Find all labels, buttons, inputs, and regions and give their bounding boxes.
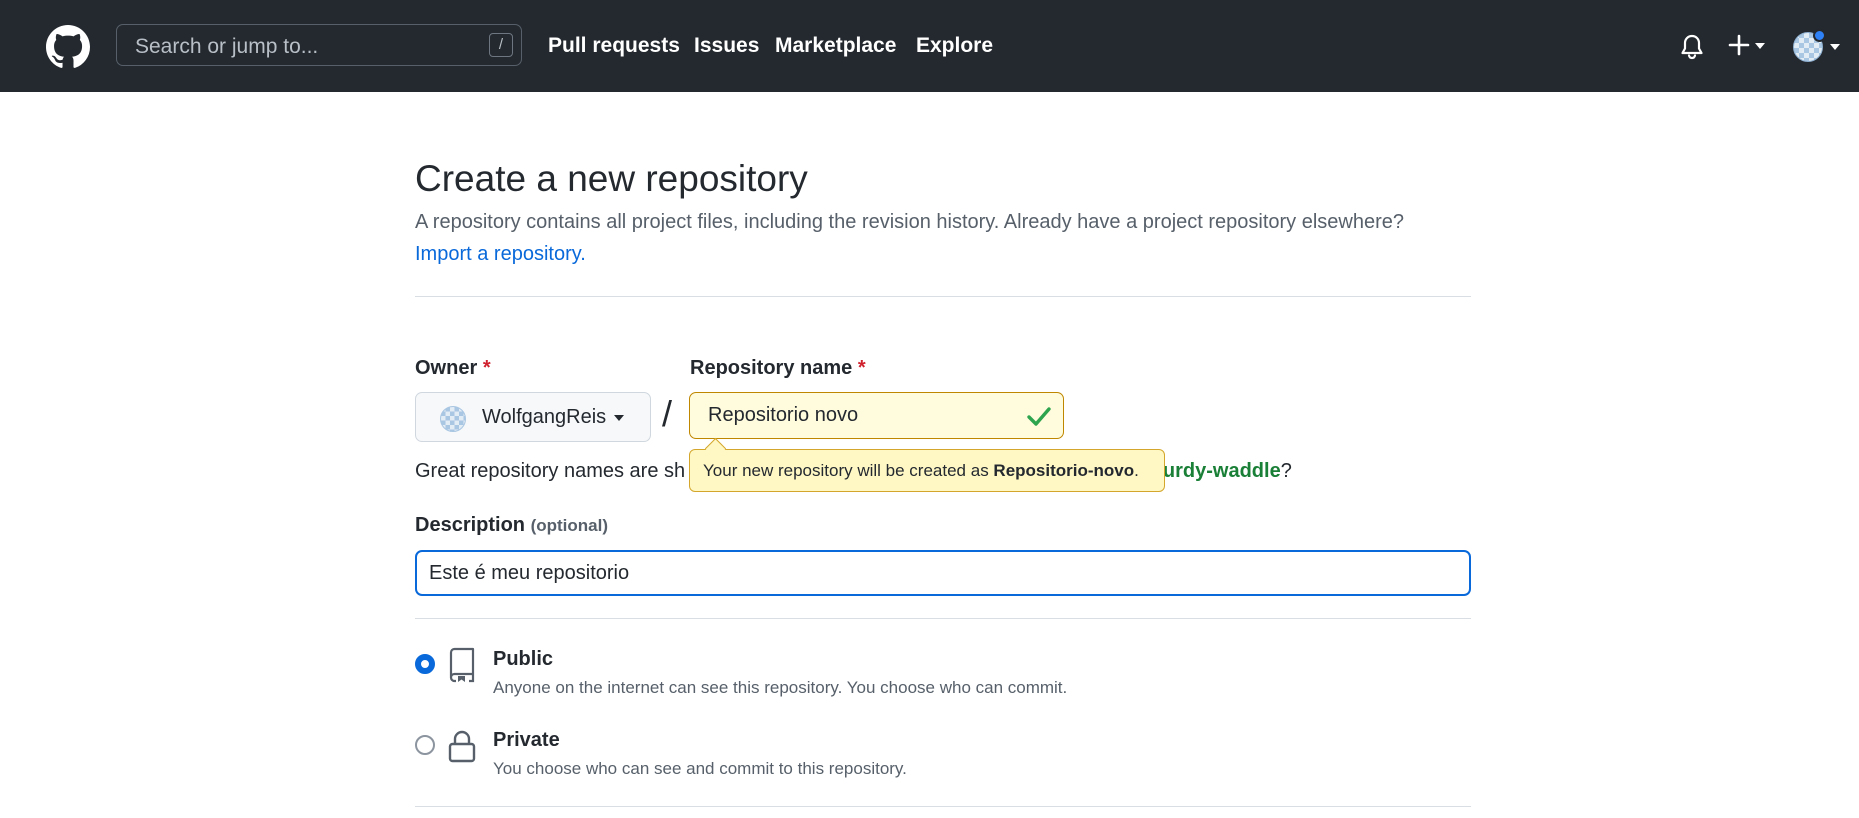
nav-marketplace[interactable]: Marketplace <box>775 34 896 58</box>
global-header: Search or jump to... / Pull requests Iss… <box>0 0 1859 92</box>
nav-explore[interactable]: Explore <box>916 34 993 58</box>
required-mark: * <box>857 357 866 379</box>
repo-icon <box>449 647 475 683</box>
tooltip-repo-name: Repositorio-novo <box>993 461 1135 480</box>
description-label: Description (optional) <box>415 514 608 537</box>
description-label-text: Description <box>415 514 526 536</box>
visibility-public-desc: Anyone on the internet can see this repo… <box>493 678 1068 697</box>
user-menu-button[interactable] <box>1793 29 1843 65</box>
owner-repo-separator: / <box>662 393 673 434</box>
nav-pull-requests[interactable]: Pull requests <box>548 34 680 58</box>
search-input[interactable]: Search or jump to... / <box>116 24 522 66</box>
plus-icon[interactable] <box>1728 32 1772 60</box>
repo-name-label-text: Repository name <box>690 357 853 379</box>
chevron-down-icon <box>1830 44 1840 50</box>
visibility-private-title: Private <box>493 729 560 751</box>
visibility-private-desc: You choose who can see and commit to thi… <box>493 759 907 778</box>
owner-label-text: Owner <box>415 357 478 379</box>
divider <box>415 806 1471 807</box>
repo-name-tooltip: Your new repository will be created as R… <box>689 437 1165 492</box>
search-shortcut-key: / <box>489 33 513 57</box>
divider <box>415 296 1471 297</box>
tooltip-prefix: Your new repository will be created as <box>703 461 994 480</box>
description-input[interactable] <box>415 550 1471 596</box>
nav-issues[interactable]: Issues <box>694 34 759 58</box>
repo-name-input[interactable] <box>689 392 1064 439</box>
tooltip-arrow <box>704 437 727 460</box>
visibility-public-radio[interactable] <box>415 654 435 674</box>
help-text-suffix: ? <box>1280 460 1292 482</box>
owner-select[interactable]: WolfgangReis <box>415 392 651 442</box>
visibility-public-title: Public <box>493 648 554 670</box>
lock-icon <box>448 730 476 763</box>
owner-name: WolfgangReis <box>482 406 607 428</box>
help-text-prefix: Great repository names are sh <box>415 460 686 482</box>
required-mark: * <box>482 357 491 379</box>
chevron-down-icon <box>614 415 624 421</box>
check-icon <box>1027 407 1051 426</box>
github-logo-icon[interactable] <box>42 25 94 69</box>
owner-avatar <box>440 406 466 432</box>
import-repository-link[interactable]: Import a repository. <box>415 243 586 266</box>
owner-label: Owner * <box>415 357 491 380</box>
search-placeholder: Search or jump to... <box>135 35 319 58</box>
visibility-private-radio[interactable] <box>415 735 435 755</box>
notification-dot <box>1813 29 1826 42</box>
page-subtitle: A repository contains all project files,… <box>415 211 1405 233</box>
page-title: Create a new repository <box>415 158 808 199</box>
repo-name-label: Repository name * <box>690 357 866 380</box>
bell-icon[interactable] <box>1680 34 1704 60</box>
name-suggestion-link[interactable]: sturdy-waddle <box>1145 460 1281 482</box>
optional-tag: (optional) <box>530 516 609 535</box>
tooltip-suffix: . <box>1134 461 1139 480</box>
divider <box>415 618 1471 619</box>
